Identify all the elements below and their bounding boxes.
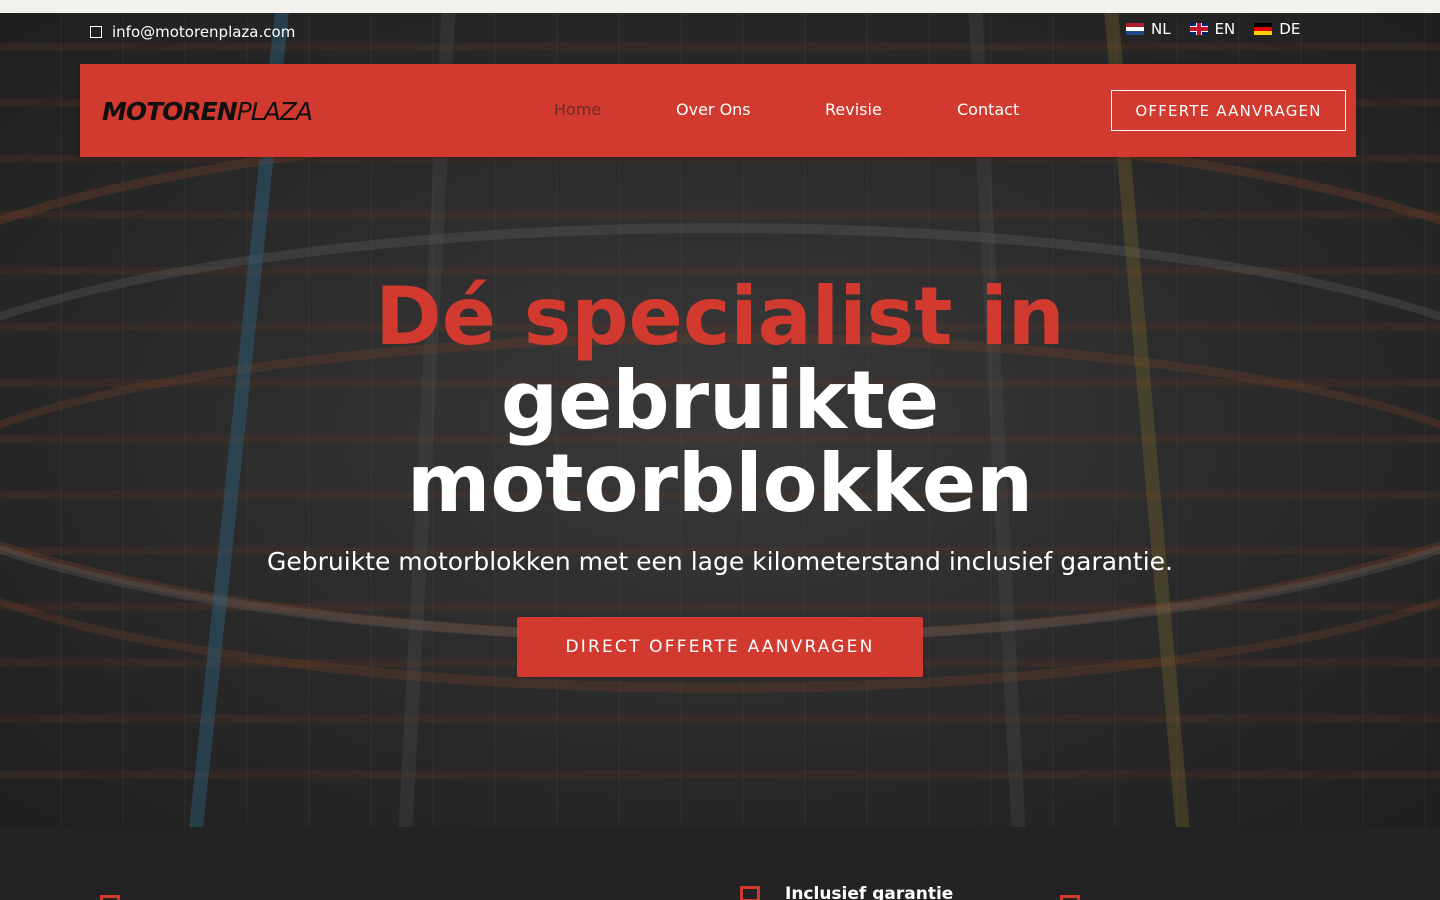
hero-headline-line-3: motorblokken [406,437,1034,530]
language-switcher: NL EN DE [1126,20,1300,38]
language-de[interactable]: DE [1254,20,1300,38]
offerte-aanvragen-button[interactable]: OFFERTE AANVRAGEN [1111,90,1346,131]
logo-text-bold: MOTOREN [102,97,238,126]
netherlands-flag-icon [1126,23,1144,35]
nav-revisie[interactable]: Revisie [825,100,882,119]
feature-icon [100,895,120,900]
germany-flag-icon [1254,23,1273,35]
language-label: NL [1151,20,1171,38]
uk-flag-icon [1189,23,1208,35]
features-band [0,827,1440,900]
guarantee-icon [740,886,760,900]
hero-headline-accent: Dé specialist in [375,270,1065,363]
language-en[interactable]: EN [1189,20,1236,38]
nav-contact[interactable]: Contact [957,100,1019,119]
top-strip [0,0,1440,13]
language-label: EN [1214,20,1236,38]
main-navbar: MOTORENPLAZA Home Over Ons Revisie Conta… [80,64,1356,157]
site-logo[interactable]: MOTORENPLAZA [102,97,313,126]
feature-guarantee-label: Inclusief garantie [785,884,954,900]
hero-headline-line-2: gebruikte [500,354,940,447]
contact-email-link[interactable]: info@motorenplaza.com [90,20,295,44]
logo-text-light: PLAZA [236,97,313,126]
feature-icon [1060,895,1080,900]
mail-icon [90,26,102,38]
hero-subtitle: Gebruikte motorblokken met een lage kilo… [267,547,1173,576]
nav-over-ons[interactable]: Over Ons [676,100,751,119]
language-nl[interactable]: NL [1126,20,1171,38]
contact-email[interactable]: info@motorenplaza.com [112,23,295,41]
language-label: DE [1279,20,1301,38]
direct-offerte-button[interactable]: DIRECT OFFERTE AANVRAGEN [517,617,923,677]
nav-home[interactable]: Home [554,100,601,119]
